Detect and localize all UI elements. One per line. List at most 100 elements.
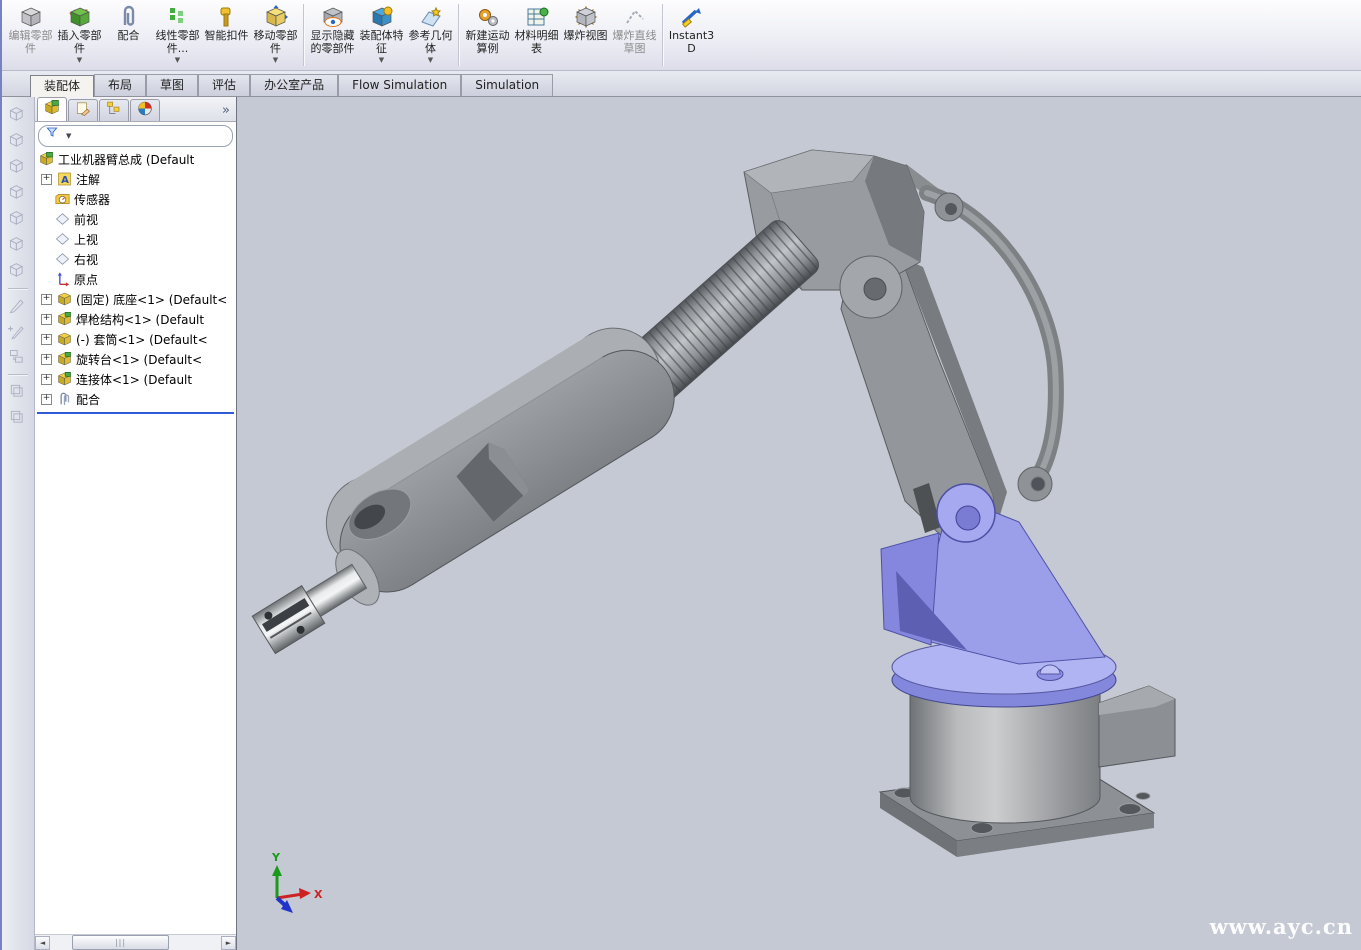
dropdown-arrow-icon[interactable]: ▼ <box>175 56 180 64</box>
tree-item[interactable]: + 连接体<1> (Default <box>35 369 236 389</box>
tree-item[interactable]: 传感器 <box>35 189 236 209</box>
panel-tabs-overflow[interactable]: » <box>222 101 230 121</box>
command-tab-评估[interactable]: 评估 <box>198 74 250 96</box>
part-icon <box>56 291 73 307</box>
tree-item-label: 上视 <box>74 231 98 248</box>
dropdown-arrow-icon[interactable]: ▼ <box>273 56 278 64</box>
layers-icon <box>6 380 30 404</box>
assembly-features-icon <box>370 4 394 30</box>
part-green-icon <box>56 311 73 327</box>
tree-item[interactable]: + 焊枪结构<1> (Default <box>35 309 236 329</box>
ribbon-button-edit-component: 编辑零部件 <box>6 0 55 70</box>
cube-front-icon <box>6 130 30 154</box>
part-green-icon <box>56 371 73 387</box>
expand-box[interactable]: + <box>41 334 52 345</box>
propertymanager-tab-icon <box>74 100 92 121</box>
mate-icon <box>117 4 141 30</box>
ribbon-button-show-hidden[interactable]: 显示隐藏的零部件 <box>308 0 357 70</box>
ribbon-button-label: 爆炸视图 <box>564 30 608 43</box>
cube-corner-icon <box>6 260 30 284</box>
tree-item-label: 连接体<1> (Default <box>76 371 192 388</box>
ribbon-button-label: 移动零部件 <box>252 30 299 55</box>
configurationmanager-tab-icon <box>105 100 123 121</box>
ribbon-button-explode-sketch: 爆炸直线草图 <box>610 0 659 70</box>
graphics-viewport[interactable]: Y X www.ayc.cn <box>237 97 1361 950</box>
expand-box[interactable]: + <box>41 314 52 325</box>
show-hidden-icon <box>321 4 345 30</box>
ribbon-button-assembly-features[interactable]: 装配体特征▼ <box>357 0 406 70</box>
dropdown-arrow-icon[interactable]: ▼ <box>428 56 433 64</box>
command-tab-办公室产品[interactable]: 办公室产品 <box>250 74 338 96</box>
command-tab-布局[interactable]: 布局 <box>94 74 146 96</box>
command-tab-flow-simulation[interactable]: Flow Simulation <box>338 74 461 96</box>
plane-icon <box>54 211 71 227</box>
tree-item-label: 焊枪结构<1> (Default <box>76 311 204 328</box>
tree-item[interactable]: +A注解 <box>35 169 236 189</box>
tree-item[interactable]: +配合 <box>35 389 236 409</box>
cube-left-icon <box>6 182 30 206</box>
ribbon-button-bom[interactable]: 材料明细表 <box>512 0 561 70</box>
ribbon-button-exploded-view[interactable]: 爆炸视图 <box>561 0 610 70</box>
ribbon-button-insert-component[interactable]: 插入零部件▼ <box>55 0 104 70</box>
expand-box[interactable]: + <box>41 354 52 365</box>
tree-filter-input[interactable]: ▼ <box>38 125 233 147</box>
reorder-icon <box>6 346 30 370</box>
robot-base-fin[interactable] <box>1099 686 1175 767</box>
ribbon-button-mate[interactable]: 配合 <box>104 0 153 70</box>
panel-tab-propertymanager[interactable] <box>68 99 98 121</box>
command-tab-草图[interactable]: 草图 <box>146 74 198 96</box>
ribbon-button-move-component[interactable]: 移动零部件▼ <box>251 0 300 70</box>
ribbon-button-label: 线性零部件... <box>154 30 201 55</box>
tree-item-label: 右视 <box>74 251 98 268</box>
command-tabs: 装配体布局草图评估办公室产品Flow SimulationSimulation <box>30 71 553 97</box>
coordinate-triad: Y X <box>271 851 323 913</box>
expand-box[interactable]: + <box>41 394 52 405</box>
robot-purple-bracket[interactable] <box>881 484 1105 664</box>
ribbon-toolbar: 编辑零部件 插入零部件▼ 配合 线性零部件...▼ 智能扣件 移动零部件▼ 显示… <box>2 0 1361 71</box>
toolbar-divider <box>8 374 28 376</box>
expand-box[interactable]: + <box>41 294 52 305</box>
tree-item[interactable]: 前视 <box>35 209 236 229</box>
scroll-left-button[interactable]: ◄ <box>35 936 50 950</box>
command-tab-装配体[interactable]: 装配体 <box>30 75 94 98</box>
rollback-bar[interactable] <box>37 412 234 414</box>
tree-item[interactable]: 上视 <box>35 229 236 249</box>
tree-item[interactable]: 原点 <box>35 269 236 289</box>
robot-lower-arm[interactable] <box>237 310 692 664</box>
tree-item[interactable]: 工业机器臂总成 (Default <box>35 149 236 169</box>
dropdown-arrow-icon[interactable]: ▼ <box>379 56 384 64</box>
scroll-right-button[interactable]: ► <box>221 936 236 950</box>
filter-funnel-icon <box>45 126 63 146</box>
ribbon-button-instant3d[interactable]: Instant3D <box>667 0 716 70</box>
cube-top-icon <box>6 234 30 258</box>
ribbon-button-label: 爆炸直线草图 <box>611 30 658 55</box>
part-green-icon <box>56 351 73 367</box>
command-tab-simulation[interactable]: Simulation <box>461 74 553 96</box>
expand-box[interactable]: + <box>41 174 52 185</box>
tree-item-label: 原点 <box>74 271 98 288</box>
tree-item-label: 注解 <box>76 171 100 188</box>
ribbon-group-separator <box>303 4 305 66</box>
panel-tab-appearance[interactable] <box>130 99 160 121</box>
toolbar-divider <box>8 288 28 290</box>
dropdown-arrow-icon[interactable]: ▼ <box>77 56 82 64</box>
ribbon-button-reference-geometry[interactable]: 参考几何体▼ <box>406 0 455 70</box>
ribbon-button-smart-fasteners[interactable]: 智能扣件 <box>202 0 251 70</box>
tree-item[interactable]: 右视 <box>35 249 236 269</box>
panel-tab-configurationmanager[interactable] <box>99 99 129 121</box>
dropdown-arrow-icon[interactable]: ▼ <box>66 132 71 140</box>
scrollbar-thumb[interactable]: ||| <box>72 935 169 950</box>
ribbon-button-linear-pattern[interactable]: 线性零部件...▼ <box>153 0 202 70</box>
panel-tab-featuremanager[interactable] <box>37 97 67 121</box>
3d-model-canvas[interactable]: Y X <box>237 97 1361 950</box>
tree-item[interactable]: +旋转台<1> (Default< <box>35 349 236 369</box>
smart-fasteners-icon <box>215 4 239 30</box>
ribbon-button-motion-study[interactable]: 新建运动算例 <box>463 0 512 70</box>
cube-back-icon <box>6 156 30 180</box>
expand-box[interactable]: + <box>41 374 52 385</box>
tree-item-label: (固定) 底座<1> (Default< <box>76 291 227 308</box>
ribbon-button-label: 插入零部件 <box>56 30 103 55</box>
add-sketch-icon <box>6 320 30 344</box>
tree-item[interactable]: + (固定) 底座<1> (Default< <box>35 289 236 309</box>
tree-item[interactable]: +(-) 套筒<1> (Default< <box>35 329 236 349</box>
